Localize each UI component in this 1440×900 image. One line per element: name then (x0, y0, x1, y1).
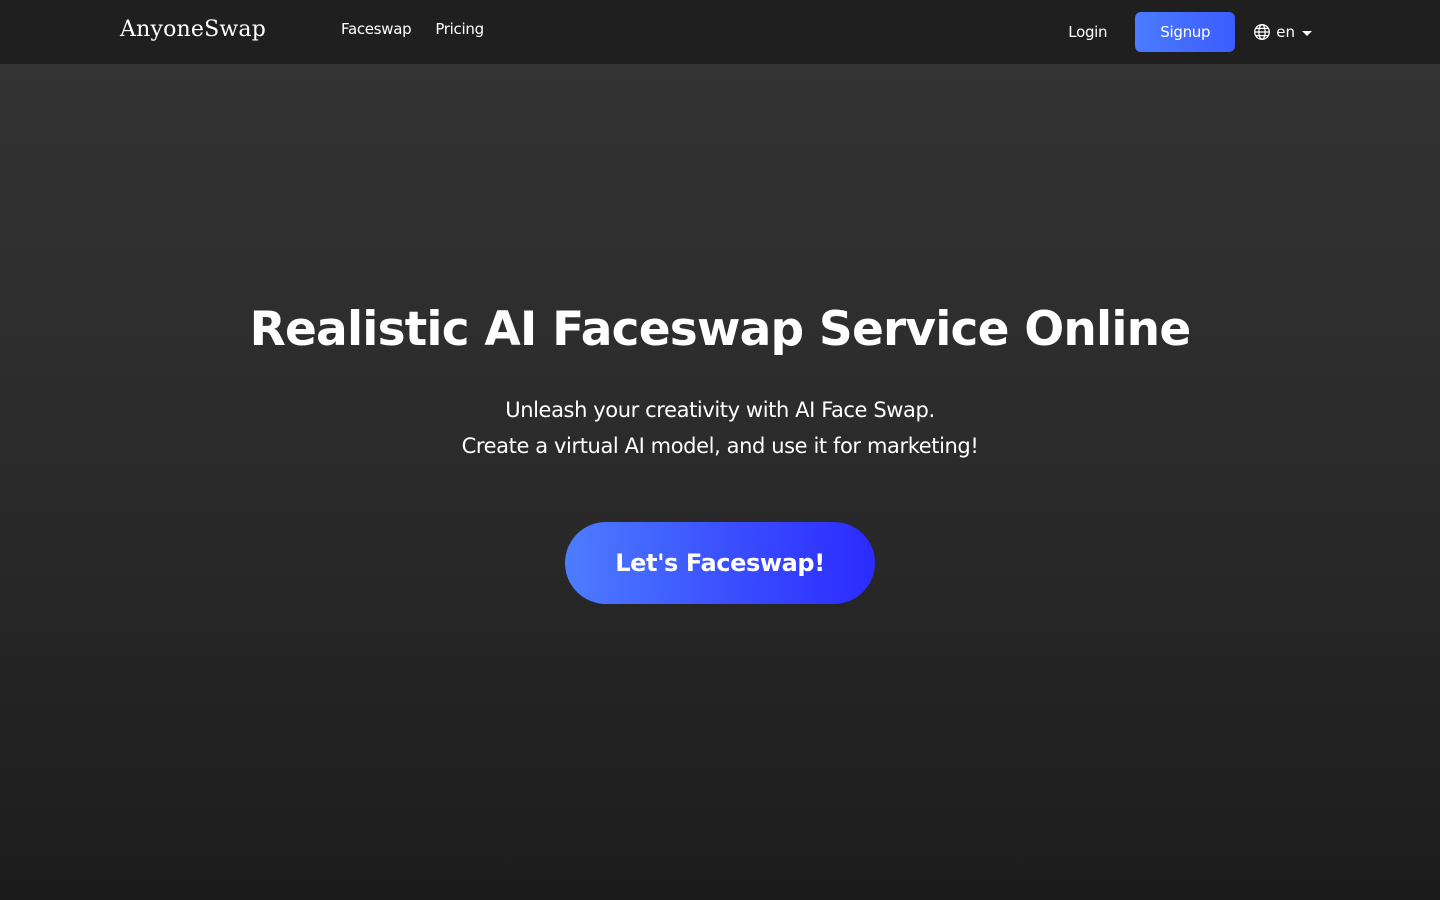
nav-link-faceswap[interactable]: Faceswap (341, 20, 412, 38)
globe-icon (1253, 23, 1271, 41)
login-link[interactable]: Login (1068, 23, 1107, 41)
hero-section: Realistic AI Faceswap Service Online Unl… (0, 290, 1440, 604)
hero-subtitle: Unleash your creativity with AI Face Swa… (0, 392, 1440, 464)
language-label: en (1276, 23, 1295, 41)
nav-link-pricing[interactable]: Pricing (435, 20, 484, 38)
faceswap-cta-button[interactable]: Let's Faceswap! (565, 522, 875, 604)
main-nav: Faceswap Pricing (341, 20, 484, 38)
hero-title: Realistic AI Faceswap Service Online (249, 302, 1192, 357)
language-selector[interactable]: en (1253, 23, 1312, 41)
hero-subtitle-line-1: Unleash your creativity with AI Face Swa… (505, 398, 935, 422)
nav-actions: Login Signup en (1068, 12, 1312, 52)
signup-button[interactable]: Signup (1135, 12, 1236, 52)
chevron-down-icon (1302, 30, 1312, 36)
top-navbar: AnyoneSwap Faceswap Pricing Login Signup… (0, 0, 1440, 64)
site-logo[interactable]: AnyoneSwap (120, 17, 266, 42)
hero-subtitle-line-2: Create a virtual AI model, and use it fo… (461, 434, 979, 458)
